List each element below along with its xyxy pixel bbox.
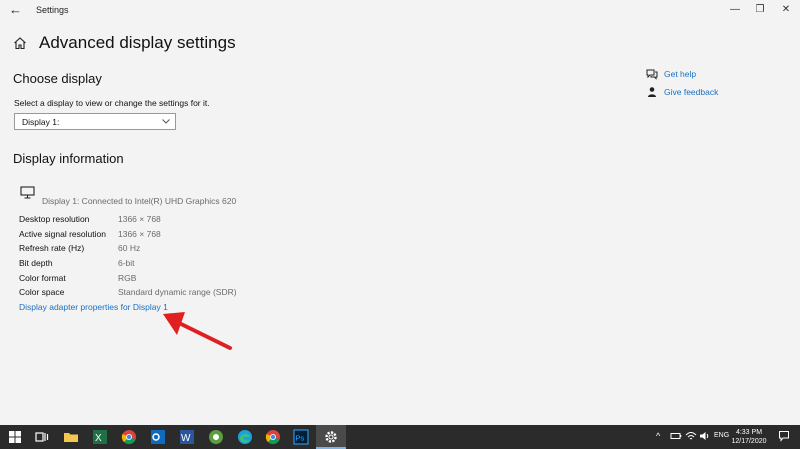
refresh-rate-value: 60 Hz bbox=[118, 243, 141, 253]
clock-date: 12/17/2020 bbox=[731, 438, 767, 445]
svg-text:Ps: Ps bbox=[296, 434, 305, 443]
annotation-arrow bbox=[163, 312, 232, 350]
back-arrow-icon[interactable]: ← bbox=[9, 2, 22, 17]
choose-display-instruction: Select a display to view or change the s… bbox=[14, 98, 210, 108]
chrome-icon[interactable] bbox=[121, 429, 137, 445]
get-help-icon bbox=[646, 69, 658, 80]
page-title: Advanced display settings bbox=[39, 33, 236, 52]
refresh-rate-label: Refresh rate (Hz) bbox=[19, 243, 85, 253]
chevron-down-icon bbox=[162, 119, 170, 124]
display-select[interactable]: Display 1: bbox=[14, 113, 176, 130]
svg-text:W: W bbox=[181, 433, 191, 444]
display-adapter-properties-link[interactable]: Display adapter properties for Display 1 bbox=[19, 302, 168, 312]
display-info-heading: Display information bbox=[13, 151, 124, 166]
excel-icon[interactable]: X bbox=[92, 429, 108, 445]
green-app-icon[interactable] bbox=[208, 429, 224, 445]
desktop-resolution-value: 1366 × 768 bbox=[118, 214, 161, 224]
display-connected-text: Display 1: Connected to Intel(R) UHD Gra… bbox=[42, 196, 237, 206]
color-format-value: RGB bbox=[118, 273, 137, 283]
windows-start-icon[interactable] bbox=[7, 429, 23, 445]
outlook-icon[interactable] bbox=[150, 429, 166, 445]
active-signal-resolution-label: Active signal resolution bbox=[19, 229, 106, 239]
get-help-link[interactable]: Get help bbox=[664, 69, 696, 79]
active-signal-resolution-value: 1366 × 768 bbox=[118, 229, 161, 239]
file-explorer-icon[interactable] bbox=[63, 429, 79, 445]
bit-depth-value: 6-bit bbox=[118, 258, 135, 268]
edge-icon[interactable] bbox=[237, 429, 253, 445]
color-space-label: Color space bbox=[19, 287, 65, 297]
display-select-value: Display 1: bbox=[22, 117, 60, 127]
battery-icon[interactable] bbox=[670, 430, 682, 442]
minimize-button[interactable]: — bbox=[727, 3, 743, 17]
monitor-icon bbox=[20, 186, 35, 199]
maximize-button[interactable]: ❐ bbox=[752, 3, 768, 17]
feedback-icon bbox=[648, 87, 656, 97]
taskbar: X W Ps ^ ENG 4:33 PM 12/17/2020 bbox=[0, 425, 800, 449]
chevron-up-icon[interactable]: ^ bbox=[656, 431, 660, 441]
wifi-icon[interactable] bbox=[685, 430, 697, 442]
clock-time: 4:33 PM bbox=[735, 429, 763, 436]
close-button[interactable]: ✕ bbox=[778, 3, 794, 17]
task-view-icon[interactable] bbox=[34, 429, 50, 445]
language-indicator[interactable]: ENG bbox=[714, 432, 729, 439]
notification-icon[interactable] bbox=[778, 430, 790, 442]
color-format-label: Color format bbox=[19, 273, 66, 283]
bit-depth-label: Bit depth bbox=[19, 258, 53, 268]
chrome-icon[interactable] bbox=[265, 429, 281, 445]
color-space-value: Standard dynamic range (SDR) bbox=[118, 287, 237, 297]
svg-text:X: X bbox=[95, 433, 102, 444]
word-icon[interactable]: W bbox=[179, 429, 195, 445]
photoshop-icon[interactable]: Ps bbox=[293, 429, 309, 445]
window-title: Settings bbox=[36, 5, 69, 15]
desktop-resolution-label: Desktop resolution bbox=[19, 214, 90, 224]
home-icon[interactable] bbox=[13, 36, 27, 50]
settings-gear-icon[interactable] bbox=[323, 429, 339, 445]
clock[interactable]: 4:33 PM 12/17/2020 bbox=[728, 428, 770, 446]
volume-icon[interactable] bbox=[699, 430, 711, 442]
title-bar: ← Settings — ❐ ✕ bbox=[0, 0, 800, 20]
give-feedback-link[interactable]: Give feedback bbox=[664, 87, 718, 97]
choose-display-heading: Choose display bbox=[13, 71, 102, 86]
